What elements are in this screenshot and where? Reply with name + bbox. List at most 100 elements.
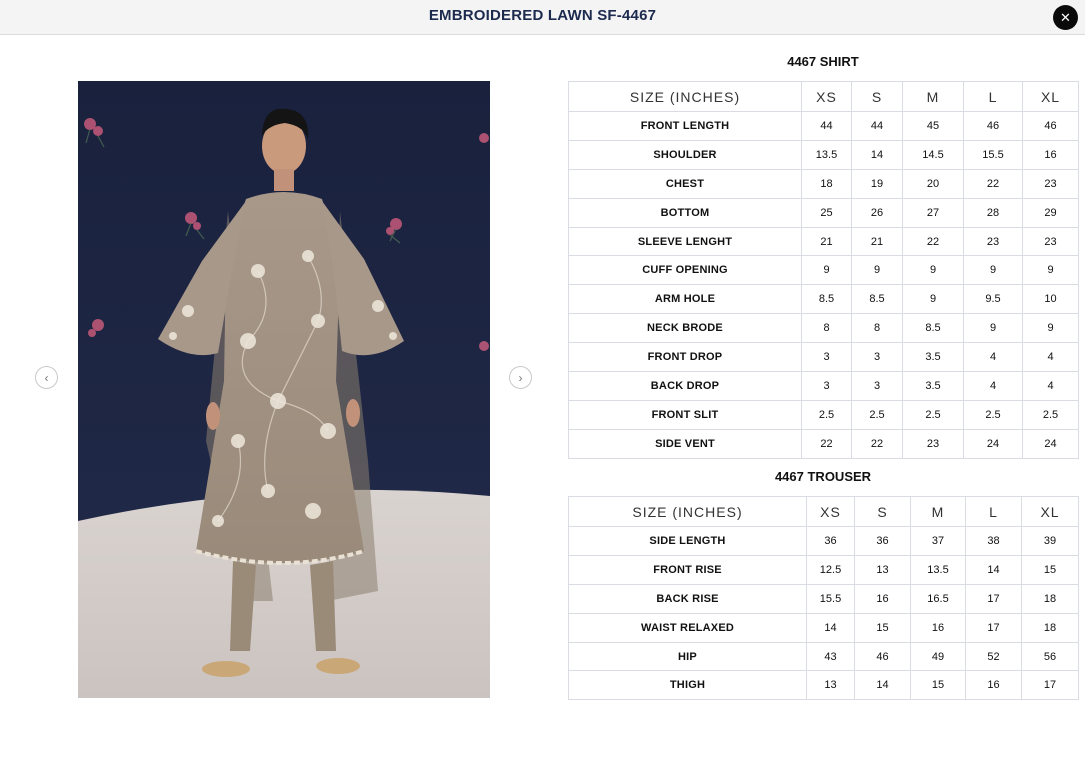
measurement-value: 28 xyxy=(963,197,1023,228)
measurement-label: SLEEVE LENGHT xyxy=(568,226,802,257)
measurement-value: 52 xyxy=(965,641,1022,672)
measurement-value: 16 xyxy=(1022,139,1079,170)
trouser-size-table: SIZE (INCHES) XS S M L XL SIDE LENGTH 36 36 37 38… xyxy=(568,496,1079,701)
measurement-value: 9.5 xyxy=(963,284,1023,315)
size-header-s: S xyxy=(851,81,903,112)
prev-image-button[interactable]: ‹ xyxy=(35,366,58,389)
measurement-value: 15.5 xyxy=(963,139,1023,170)
measurement-label: FRONT SLIT xyxy=(568,399,802,430)
measurement-value: 38 xyxy=(965,526,1022,556)
size-header-xl: XL xyxy=(1021,496,1079,527)
measurement-value: 9 xyxy=(963,313,1023,344)
measurement-label: SIDE VENT xyxy=(568,428,802,459)
measurement-value: 9 xyxy=(963,255,1023,286)
measurement-value: 36 xyxy=(806,526,855,556)
measurement-value: 2.5 xyxy=(801,399,852,430)
measurement-label: BACK RISE xyxy=(568,583,807,614)
measurement-value: 13 xyxy=(806,670,855,701)
measurement-value: 16 xyxy=(910,612,966,643)
size-header-xs: XS xyxy=(801,81,852,112)
measurement-value: 4 xyxy=(1022,371,1079,401)
measurement-value: 9 xyxy=(801,255,852,286)
chevron-left-icon: ‹ xyxy=(44,370,49,385)
measurement-label: FRONT DROP xyxy=(568,342,802,373)
table-row: BOTTOM 25 26 27 28 29 xyxy=(568,197,1079,228)
table-row: NECK BRODE 8 8 8.5 9 9 xyxy=(568,313,1079,344)
table-row: ARM HOLE 8.5 8.5 9 9.5 10 xyxy=(568,284,1079,315)
measurement-value: 3 xyxy=(801,371,852,401)
measurement-value: 14 xyxy=(854,670,911,701)
table-row: SIDE LENGTH 36 36 37 38 39 xyxy=(568,526,1079,556)
measurement-value: 29 xyxy=(1022,197,1079,228)
close-button[interactable]: ✕ xyxy=(1053,5,1078,30)
next-image-button[interactable]: › xyxy=(509,366,532,389)
measurement-value: 21 xyxy=(851,226,903,257)
measurement-label: BACK DROP xyxy=(568,371,802,401)
measurement-value: 45 xyxy=(902,111,964,141)
measurement-value: 16 xyxy=(854,583,911,614)
measurement-value: 4 xyxy=(1022,342,1079,373)
modal-title: EMBROIDERED LAWN SF-4467 xyxy=(428,7,657,24)
measurement-label: CUFF OPENING xyxy=(568,255,802,286)
measurement-label: BOTTOM xyxy=(568,197,802,228)
measurement-value: 9 xyxy=(902,255,964,286)
size-header-s: S xyxy=(854,496,911,527)
measurement-value: 43 xyxy=(806,641,855,672)
trouser-section-title: 4467 TROUSER xyxy=(774,469,872,484)
measurement-value: 37 xyxy=(910,526,966,556)
measurement-value: 21 xyxy=(801,226,852,257)
table-row: CUFF OPENING 9 9 9 9 9 xyxy=(568,255,1079,286)
table-row: FRONT DROP 3 3 3.5 4 4 xyxy=(568,342,1079,373)
measurement-value: 14 xyxy=(851,139,903,170)
measurement-value: 15 xyxy=(854,612,911,643)
measurement-label: FRONT LENGTH xyxy=(568,111,802,141)
table-row: FRONT SLIT 2.5 2.5 2.5 2.5 2.5 xyxy=(568,399,1079,430)
measurement-value: 15.5 xyxy=(806,583,855,614)
measurement-value: 8 xyxy=(801,313,852,344)
shirt-section-title: 4467 SHIRT xyxy=(787,54,859,69)
measurement-value: 9 xyxy=(1022,255,1079,286)
measurement-value: 26 xyxy=(851,197,903,228)
measurement-value: 14.5 xyxy=(902,139,964,170)
measurement-value: 18 xyxy=(1021,583,1079,614)
measurement-value: 17 xyxy=(965,583,1022,614)
measurement-value: 2.5 xyxy=(963,399,1023,430)
measurement-value: 46 xyxy=(854,641,911,672)
measurement-value: 23 xyxy=(1022,226,1079,257)
measurement-value: 3.5 xyxy=(902,342,964,373)
measurement-value: 56 xyxy=(1021,641,1079,672)
measurement-value: 2.5 xyxy=(902,399,964,430)
measurement-value: 2.5 xyxy=(1022,399,1079,430)
measurement-value: 19 xyxy=(851,168,903,199)
measurement-value: 27 xyxy=(902,197,964,228)
measurement-value: 22 xyxy=(902,226,964,257)
size-header-xl: XL xyxy=(1022,81,1079,112)
product-image xyxy=(78,81,490,698)
measurement-value: 4 xyxy=(963,371,1023,401)
measurement-value: 15 xyxy=(910,670,966,701)
measurement-value: 44 xyxy=(851,111,903,141)
size-header-xs: XS xyxy=(806,496,855,527)
measurement-value: 20 xyxy=(902,168,964,199)
measurement-value: 15 xyxy=(1021,554,1079,585)
measurement-value: 36 xyxy=(854,526,911,556)
measurement-value: 46 xyxy=(963,111,1023,141)
measurement-value: 3 xyxy=(801,342,852,373)
measurement-value: 23 xyxy=(902,428,964,459)
chevron-right-icon: › xyxy=(518,370,523,385)
size-header-m: M xyxy=(902,81,964,112)
measurement-value: 2.5 xyxy=(851,399,903,430)
table-row: BACK DROP 3 3 3.5 4 4 xyxy=(568,371,1079,401)
size-header-l: L xyxy=(963,81,1023,112)
measurement-value: 24 xyxy=(963,428,1023,459)
product-photo-illustration xyxy=(78,81,490,698)
measurement-value: 49 xyxy=(910,641,966,672)
measurement-value: 8.5 xyxy=(851,284,903,315)
size-header-m: M xyxy=(910,496,966,527)
size-header-l: L xyxy=(965,496,1022,527)
measurement-value: 8 xyxy=(851,313,903,344)
measurement-label: WAIST RELAXED xyxy=(568,612,807,643)
measurement-value: 39 xyxy=(1021,526,1079,556)
measurement-value: 24 xyxy=(1022,428,1079,459)
measurement-label: HIP xyxy=(568,641,807,672)
